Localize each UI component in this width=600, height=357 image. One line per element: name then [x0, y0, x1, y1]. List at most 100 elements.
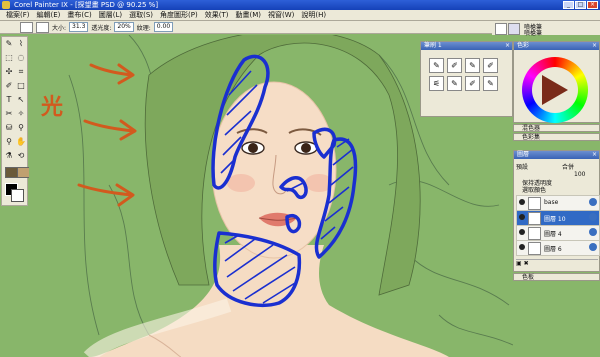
shape-select-icon[interactable]: ↖ — [16, 95, 26, 105]
close-icon[interactable]: × — [592, 151, 597, 159]
color-panel: 色彩 × — [513, 41, 600, 123]
size-field[interactable]: 31.3 — [69, 22, 89, 32]
saturation-value-triangle[interactable] — [542, 75, 568, 105]
brush-preset-6-icon[interactable]: ✎ — [447, 76, 462, 91]
menu-edit[interactable]: 編輯(E) — [37, 10, 61, 20]
layer-row[interactable]: 圖層 6 — [516, 240, 600, 256]
color-panel-title: 色彩 — [517, 42, 530, 49]
brush-preset-4-icon[interactable]: ✐ — [483, 58, 498, 73]
menu-layers[interactable]: 圖層(L) — [99, 10, 122, 20]
layers-panel-header: 圖層 × — [514, 151, 599, 159]
menu-movie[interactable]: 動畫(M) — [235, 10, 261, 20]
layer-name: 圖層 4 — [544, 231, 562, 238]
menu-file[interactable]: 檔案(F) — [6, 10, 30, 20]
brush-category-icon[interactable] — [495, 23, 507, 35]
rect-tool-icon[interactable]: □ — [16, 81, 26, 91]
rotate-page-icon[interactable]: ⟲ — [16, 151, 26, 161]
app-icon — [2, 1, 10, 9]
stamp-tool-icon[interactable]: ⚲ — [16, 123, 26, 133]
new-layer-icon[interactable]: ▣ — [516, 260, 522, 267]
eyedropper-icon[interactable]: ⚗ — [4, 151, 14, 161]
brush-panel-header: 筆刷 1 × — [421, 42, 512, 50]
menu-bar: 檔案(F) 編輯(E) 畫布(C) 圖層(L) 選取(S) 角度圖形(P) 效果… — [0, 10, 600, 21]
opacity-label: 透光度: — [91, 24, 112, 32]
grain-label: 紋理: — [136, 24, 151, 32]
layer-thumbnail — [528, 212, 541, 225]
brush-panel-title: 筆刷 1 — [424, 42, 442, 49]
close-icon[interactable]: × — [505, 42, 510, 50]
menu-effects[interactable]: 效果(T) — [205, 10, 229, 20]
layer-type-icon — [589, 228, 597, 236]
brush-preset-1-icon[interactable]: ✎ — [429, 58, 444, 73]
visibility-icon[interactable] — [519, 199, 525, 205]
blend-mode-select[interactable]: 預設 — [516, 162, 528, 171]
layer-name: base — [544, 199, 559, 206]
menu-shapes[interactable]: 角度圖形(P) — [160, 10, 198, 20]
lasso-tool-icon[interactable]: ◌ — [16, 53, 26, 63]
layer-thumbnail — [528, 197, 541, 210]
layer-opacity-value[interactable]: 100 — [574, 171, 585, 178]
pick-up-color-option[interactable]: 選取顏色 — [522, 185, 546, 194]
scissors-tool-icon[interactable]: ✂ — [4, 109, 14, 119]
delete-layer-icon[interactable]: ✖ — [524, 260, 529, 267]
zoom-tool-icon[interactable]: ⚲ — [4, 137, 14, 147]
layers-panel-title: 圖層 — [517, 151, 530, 158]
menu-help[interactable]: 說明(H) — [301, 10, 326, 20]
light-annotation-label: 光 — [41, 94, 64, 120]
window-title: Corel Painter IX - [探望畫 PSD @ 90.25 %] — [14, 1, 159, 9]
menu-canvas[interactable]: 畫布(C) — [67, 10, 91, 20]
brush-panel: 筆刷 1 × ✎ ✐ ✎ ✐ ⚟ ✎ ✐ ✎ — [420, 41, 513, 117]
dropper-tool-icon[interactable]: ⌇ — [16, 39, 26, 49]
brush-preset-2-icon[interactable]: ✐ — [447, 58, 462, 73]
close-icon[interactable]: × — [592, 42, 597, 50]
layer-thumbnail — [528, 242, 541, 255]
minimize-button[interactable]: _ — [563, 1, 574, 9]
layer-row-selected[interactable]: 圖層 10 — [516, 210, 600, 226]
bottom-panel-collapsed[interactable]: 色板 — [513, 273, 600, 281]
grain-field[interactable]: 0.00 — [153, 22, 174, 32]
brush-tool-icon[interactable]: ✎ — [4, 39, 14, 49]
layer-commands-bar: ▣ ✖ — [516, 259, 598, 270]
brush-variant-icon[interactable] — [508, 23, 520, 35]
layer-type-icon — [589, 213, 597, 221]
layer-row[interactable]: 圖層 4 — [516, 225, 600, 241]
brush-preset-5-icon[interactable]: ⚟ — [429, 76, 444, 91]
text-tool-icon[interactable]: T — [4, 95, 14, 105]
brush-preset-3-icon[interactable]: ✎ — [465, 58, 480, 73]
magic-wand-icon[interactable]: ✧ — [16, 109, 26, 119]
brush-selector[interactable]: 噴槍筆 噴槍筆 — [492, 21, 600, 37]
menu-window[interactable]: 視窗(W) — [268, 10, 294, 20]
title-bar: Corel Painter IX - [探望畫 PSD @ 90.25 %] _… — [0, 0, 600, 10]
composite-select[interactable]: 合併 — [562, 162, 574, 171]
color-panel-header: 色彩 × — [514, 42, 599, 50]
maximize-button[interactable]: □ — [575, 1, 586, 9]
brush-preset-7-icon[interactable]: ✐ — [465, 76, 480, 91]
toolbox: ✎ ⌇ ⬚ ◌ ✣ ⌗ ✐ □ T ↖ ✂ ✧ ⛁ ⚲ ⚲ ✋ ⚗ ⟲ — [1, 36, 30, 206]
opacity-field[interactable]: 20% — [114, 22, 134, 32]
brush-icon[interactable] — [20, 21, 33, 33]
paint-bucket-icon[interactable]: ⛁ — [4, 123, 14, 133]
color-set-panel-collapsed[interactable]: 色彩集 — [513, 133, 600, 141]
eraser-icon[interactable] — [36, 21, 49, 33]
pen-tool-icon[interactable]: ✐ — [4, 81, 14, 91]
brush-preset-8-icon[interactable]: ✎ — [483, 76, 498, 91]
mixer-panel-collapsed[interactable]: 混色器 — [513, 124, 600, 132]
visibility-icon[interactable] — [519, 229, 525, 235]
layer-type-icon — [589, 243, 597, 251]
additional-color-swatch[interactable] — [11, 189, 24, 202]
close-button[interactable]: × — [587, 1, 598, 9]
layer-row[interactable]: base — [516, 195, 600, 211]
visibility-icon[interactable] — [519, 244, 525, 250]
size-label: 大小: — [52, 24, 67, 32]
crop-tool-icon[interactable]: ⌗ — [16, 67, 26, 77]
layer-name: 圖層 6 — [544, 246, 562, 253]
layer-name: 圖層 10 — [544, 216, 566, 223]
layer-type-icon — [589, 198, 597, 206]
layers-panel: 圖層 × 預設 合併 100 保持透明度 選取顏色 base 圖層 10 圖層 … — [513, 150, 600, 272]
layer-thumbnail — [528, 227, 541, 240]
select-tool-icon[interactable]: ⬚ — [4, 53, 14, 63]
visibility-icon[interactable] — [519, 214, 525, 220]
menu-select[interactable]: 選取(S) — [129, 10, 153, 20]
move-tool-icon[interactable]: ✣ — [4, 67, 14, 77]
hand-tool-icon[interactable]: ✋ — [16, 137, 26, 147]
